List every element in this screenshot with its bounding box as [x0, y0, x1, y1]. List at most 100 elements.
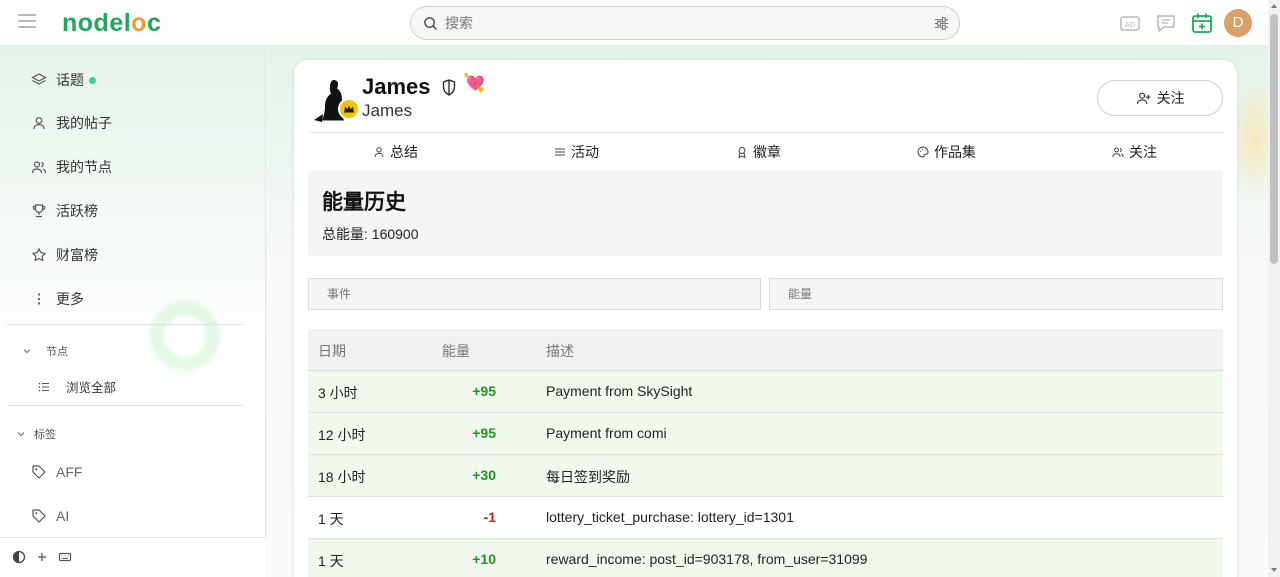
- row-description: Payment from SkySight: [546, 383, 693, 399]
- sidebar-divider: [7, 324, 243, 325]
- sidebar-item-wealth-rank[interactable]: 财富榜: [22, 240, 242, 270]
- sidebar-item-label: 我的帖子: [56, 115, 112, 131]
- plus-icon[interactable]: [35, 550, 49, 564]
- sidebar-divider: [7, 405, 243, 406]
- profile-card: James 💘 James 关注 总结 活动 徽章 作品集 关注 能量历史 总能…: [294, 60, 1237, 577]
- user-avatar[interactable]: D: [1224, 9, 1252, 37]
- svg-text:AD: AD: [1125, 21, 1135, 29]
- event-filter-input[interactable]: 事件: [308, 278, 761, 310]
- sidebar-item-more[interactable]: 更多: [22, 284, 242, 314]
- row-amount: +10: [472, 551, 496, 567]
- sidebar-tag-ai[interactable]: AI: [22, 501, 242, 531]
- energy-summary: 能量历史 总能量: 160900: [308, 170, 1223, 256]
- tab-following[interactable]: 关注: [1112, 133, 1157, 171]
- row-date: 18 小时: [318, 469, 366, 485]
- layers-icon: [31, 73, 47, 85]
- heart-badge-icon: 💘: [463, 73, 486, 93]
- row-date: 1 天: [318, 511, 344, 527]
- sidebar-item-label: 话题: [56, 72, 84, 88]
- table-row: 1 天 -1 lottery_ticket_purchase: lottery_…: [308, 497, 1223, 539]
- row-description: Payment from comi: [546, 425, 667, 441]
- sidebar-item-my-posts[interactable]: 我的帖子: [22, 108, 242, 138]
- row-amount: +30: [472, 467, 496, 483]
- sidebar-item-label: 我的节点: [56, 159, 112, 175]
- sidebar-item-activity-rank[interactable]: 活跃榜: [22, 196, 242, 226]
- scroll-down-arrow[interactable]: [1271, 568, 1277, 572]
- profile-name: James: [362, 74, 431, 99]
- chat-icon[interactable]: [1155, 12, 1177, 34]
- list-icon: [555, 148, 565, 156]
- sidebar-item-my-nodes[interactable]: 我的节点: [22, 152, 242, 182]
- chevron-down-icon: [23, 349, 31, 354]
- shield-icon: [442, 79, 456, 96]
- crown-icon: [344, 105, 354, 113]
- user-plus-icon: [1136, 92, 1151, 104]
- profile-tabs: 总结 活动 徽章 作品集 关注: [308, 132, 1223, 170]
- table-row: 1 天 +10 reward_income: post_id=903178, f…: [308, 539, 1223, 577]
- table-row: 12 小时 +95 Payment from comi: [308, 413, 1223, 455]
- users-icon: [1112, 147, 1124, 158]
- row-amount: +95: [472, 383, 496, 399]
- menu-icon[interactable]: [18, 14, 36, 30]
- scroll-thumb[interactable]: [1270, 14, 1278, 264]
- sidebar-item-label: 活跃榜: [56, 203, 98, 219]
- column-header-date[interactable]: 日期: [318, 341, 346, 361]
- tab-activity[interactable]: 活动: [554, 133, 599, 171]
- calendar-add-icon[interactable]: [1191, 12, 1213, 34]
- row-date: 12 小时: [318, 427, 366, 443]
- new-indicator-dot: [89, 76, 96, 84]
- keyboard-icon[interactable]: [58, 550, 72, 564]
- page-scrollbar[interactable]: [1268, 0, 1280, 577]
- table-header: 日期 能量 描述: [308, 329, 1223, 371]
- search-icon: [424, 17, 438, 31]
- tab-summary[interactable]: 总结: [373, 133, 418, 171]
- energy-history-table: 日期 能量 描述 3 小时 +95 Payment from SkySight …: [308, 329, 1223, 577]
- table-row: 18 小时 +30 每日签到奖励: [308, 455, 1223, 497]
- tab-portfolio[interactable]: 作品集: [917, 133, 976, 171]
- energy-total: 总能量: 160900: [322, 226, 419, 242]
- tag-label: AFF: [56, 464, 83, 480]
- user-icon: [33, 117, 45, 130]
- theme-toggle-icon[interactable]: [12, 550, 26, 564]
- filter-sliders-icon[interactable]: [934, 16, 949, 31]
- users-icon: [31, 161, 47, 174]
- energy-filter-input[interactable]: 能量: [769, 278, 1223, 310]
- sidebar-footer: [0, 537, 266, 577]
- ad-icon[interactable]: AD: [1119, 12, 1141, 34]
- energy-title: 能量历史: [322, 191, 406, 214]
- row-description: lottery_ticket_purchase: lottery_id=1301: [546, 509, 794, 525]
- sidebar-tag-aff[interactable]: AFF: [22, 457, 242, 487]
- sidebar: 话题 我的帖子 我的节点 活跃榜 财富榜 更多 节点 浏览全部 标签 AFF A…: [0, 46, 266, 577]
- sidebar-item-label: 更多: [56, 291, 84, 307]
- row-description: reward_income: post_id=903178, from_user…: [546, 551, 868, 567]
- search-bar[interactable]: [410, 6, 960, 40]
- row-date: 3 小时: [318, 385, 358, 401]
- row-amount: -1: [483, 509, 496, 525]
- row-description: 每日签到奖励: [546, 469, 630, 485]
- section-tags-toggle[interactable]: 标签: [16, 426, 56, 442]
- profile-handle: James: [362, 101, 413, 120]
- sidebar-item-browse-all[interactable]: 浏览全部: [38, 377, 116, 396]
- chevron-down-icon: [17, 432, 25, 437]
- column-header-description[interactable]: 描述: [546, 341, 574, 361]
- follow-label: 关注: [1156, 90, 1185, 106]
- scroll-up-arrow[interactable]: [1271, 4, 1277, 8]
- tab-label: 关注: [1129, 144, 1157, 160]
- tag-label: AI: [56, 508, 70, 524]
- column-header-energy[interactable]: 能量: [442, 341, 470, 361]
- follow-button[interactable]: 关注: [1097, 80, 1223, 116]
- tab-badges[interactable]: 徽章: [736, 133, 781, 171]
- row-amount: +95: [472, 425, 496, 441]
- tab-label: 活动: [571, 144, 599, 160]
- user-icon: [374, 147, 384, 158]
- tag-icon: [32, 465, 46, 479]
- section-nodes-toggle[interactable]: 节点: [22, 343, 68, 359]
- row-date: 1 天: [318, 553, 344, 569]
- tag-icon: [32, 509, 46, 523]
- sidebar-item-topics[interactable]: 话题: [22, 65, 242, 95]
- sidebar-item-label: 财富榜: [56, 247, 98, 263]
- site-logo[interactable]: nodeloc: [62, 9, 161, 37]
- award-icon: [738, 147, 746, 158]
- search-input[interactable]: [445, 13, 925, 33]
- sidebar-item-label: 浏览全部: [66, 381, 117, 395]
